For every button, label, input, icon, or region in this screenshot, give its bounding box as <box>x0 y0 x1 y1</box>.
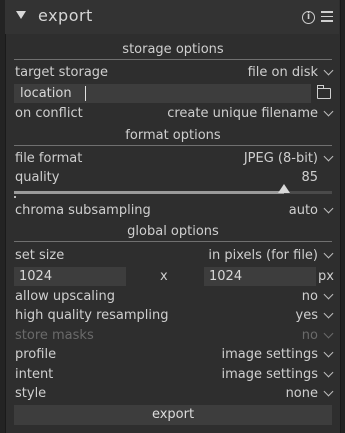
height-input[interactable]: 1024 <box>204 267 316 286</box>
chevron-down-icon <box>323 386 334 397</box>
divider <box>14 145 332 146</box>
chevron-down-icon <box>323 248 334 259</box>
profile-value: image settings <box>221 347 318 362</box>
set-size-value: in pixels (for file) <box>208 248 318 263</box>
file-format-dropdown[interactable]: file format JPEG (8-bit) <box>14 150 334 168</box>
height-value: 1024 <box>209 269 243 284</box>
module-title: export <box>38 6 93 25</box>
quality-slider[interactable] <box>14 184 332 194</box>
chroma-subsampling-label: chroma subsampling <box>15 203 151 218</box>
set-size-dropdown[interactable]: set size in pixels (for file) <box>14 247 334 265</box>
slider-marker <box>14 196 16 198</box>
high-quality-resampling-dropdown[interactable]: high quality resampling yes <box>14 307 334 325</box>
store-masks-value: no <box>301 328 318 343</box>
export-button[interactable]: export <box>14 405 332 425</box>
on-conflict-label: on conflict <box>15 106 83 121</box>
style-label: style <box>15 386 47 401</box>
export-path-text: location <box>20 86 72 101</box>
store-masks-dropdown: store masks no <box>14 327 334 345</box>
format-options-heading: format options <box>14 127 332 146</box>
target-storage-value: file on disk <box>247 65 318 80</box>
chevron-down-icon <box>323 289 334 300</box>
on-conflict-dropdown[interactable]: on conflict create unique filename <box>14 105 334 123</box>
intent-label: intent <box>15 367 54 382</box>
chevron-down-icon <box>323 308 334 319</box>
chevron-down-icon <box>323 347 334 358</box>
chevron-down-icon <box>323 106 334 117</box>
export-path-input[interactable]: location <box>14 84 311 103</box>
allow-upscaling-value: no <box>301 289 318 304</box>
quality-label: quality <box>15 170 60 185</box>
chevron-down-icon <box>323 65 334 76</box>
store-masks-label: store masks <box>15 328 94 343</box>
allow-upscaling-label: allow upscaling <box>15 289 116 304</box>
divider <box>14 59 332 60</box>
info-icon[interactable]: i <box>302 11 315 24</box>
quality-slider-handle[interactable] <box>278 184 290 193</box>
target-storage-dropdown[interactable]: target storage file on disk <box>14 64 334 82</box>
text-cursor <box>85 86 86 101</box>
allow-upscaling-dropdown[interactable]: allow upscaling no <box>14 288 334 306</box>
chroma-subsampling-value: auto <box>288 203 318 218</box>
quality-value: 85 <box>301 170 318 185</box>
collapse-triangle-icon[interactable] <box>16 11 26 19</box>
width-input[interactable]: 1024 <box>14 267 126 286</box>
style-dropdown[interactable]: style none <box>14 385 334 403</box>
unit-label: px <box>318 269 334 284</box>
chevron-down-icon <box>323 151 334 162</box>
profile-label: profile <box>15 347 57 362</box>
profile-dropdown[interactable]: profile image settings <box>14 346 334 364</box>
quality-slider-fill <box>14 191 284 194</box>
intent-value: image settings <box>221 367 318 382</box>
chroma-subsampling-dropdown[interactable]: chroma subsampling auto <box>14 202 334 220</box>
chevron-down-icon <box>323 328 334 339</box>
folder-icon[interactable] <box>317 85 331 99</box>
size-separator: x <box>160 269 168 284</box>
presets-menu-icon[interactable] <box>321 11 333 23</box>
high-quality-resampling-label: high quality resampling <box>15 308 169 323</box>
global-options-heading: global options <box>14 223 332 242</box>
width-value: 1024 <box>19 269 53 284</box>
module-header[interactable]: export i <box>5 0 339 34</box>
target-storage-label: target storage <box>15 65 109 80</box>
intent-dropdown[interactable]: intent image settings <box>14 366 334 384</box>
high-quality-resampling-value: yes <box>295 308 318 323</box>
file-format-value: JPEG (8-bit) <box>243 151 318 166</box>
chevron-down-icon <box>323 367 334 378</box>
chevron-down-icon <box>323 203 334 214</box>
file-format-label: file format <box>15 151 83 166</box>
set-size-label: set size <box>15 248 65 263</box>
storage-options-heading: storage options <box>14 41 332 60</box>
divider <box>14 241 332 242</box>
on-conflict-value: create unique filename <box>167 106 318 121</box>
style-value: none <box>285 386 318 401</box>
